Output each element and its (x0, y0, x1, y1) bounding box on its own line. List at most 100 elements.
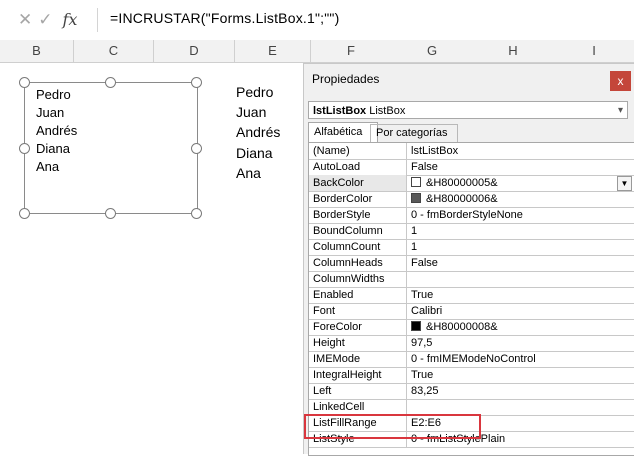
property-value[interactable]: 0 - fmIMEModeNoControl (408, 351, 634, 367)
column-header-i[interactable]: I (554, 40, 634, 62)
property-name[interactable]: Left (309, 383, 407, 399)
property-value[interactable]: 1 (408, 239, 634, 255)
property-value[interactable]: False (408, 159, 634, 175)
property-name[interactable]: Height (309, 335, 407, 351)
properties-title: Propiedades (312, 72, 380, 86)
resize-handle-right[interactable] (191, 143, 202, 154)
object-name: lstListBox (313, 105, 367, 117)
chevron-down-icon[interactable]: ▼ (617, 176, 632, 191)
tab-alfabetica[interactable]: Alfabética (308, 122, 378, 142)
property-value[interactable]: 83,25 (408, 383, 634, 399)
property-name[interactable]: Font (309, 303, 407, 319)
property-row[interactable]: AutoLoad False (309, 159, 634, 176)
property-row[interactable]: IntegralHeight True (309, 367, 634, 384)
property-value[interactable]: True (408, 287, 634, 303)
property-row[interactable]: Font Calibri (309, 303, 634, 320)
property-value[interactable]: &H80000005& ▼ (408, 175, 634, 191)
property-row[interactable]: Height 97,5 (309, 335, 634, 352)
property-value-text: &H80000006& (426, 193, 498, 205)
close-button[interactable]: x (610, 71, 631, 91)
tab-por-categorias[interactable]: Por categorías (370, 124, 458, 142)
property-value-text: 97,5 (411, 337, 433, 349)
formula-input[interactable]: =INCRUSTAR("Forms.ListBox.1";"") (110, 10, 339, 26)
property-row[interactable]: (Name) lstListBox (309, 143, 634, 160)
property-value[interactable]: &H80000006& (408, 191, 634, 207)
cell-e2[interactable]: Pedro (236, 84, 273, 100)
property-name[interactable]: IntegralHeight (309, 367, 407, 383)
color-swatch-icon (411, 177, 421, 187)
property-value[interactable] (408, 271, 634, 287)
column-header-d[interactable]: D (154, 40, 235, 62)
property-name[interactable]: ColumnWidths (309, 271, 407, 287)
property-value[interactable]: 0 - fmBorderStyleNone (408, 207, 634, 223)
cell-e3[interactable]: Juan (236, 104, 266, 120)
listbox-item[interactable]: Diana (25, 140, 197, 158)
column-header-f[interactable]: F (311, 40, 391, 62)
property-row[interactable]: Enabled True (309, 287, 634, 304)
fx-icon[interactable]: fx (63, 7, 78, 33)
property-name[interactable]: Enabled (309, 287, 407, 303)
property-value[interactable]: True (408, 367, 634, 383)
property-name[interactable]: BackColor (309, 175, 407, 191)
column-header-b[interactable]: B (0, 40, 74, 62)
chevron-down-icon[interactable]: ▾ (618, 102, 623, 120)
property-row[interactable]: BackColor &H80000005& ▼ (309, 175, 634, 192)
property-name[interactable]: ColumnCount (309, 239, 407, 255)
property-name[interactable]: BorderStyle (309, 207, 407, 223)
property-row[interactable]: ForeColor &H80000008& (309, 319, 634, 336)
property-value[interactable]: False (408, 255, 634, 271)
resize-handle-left[interactable] (19, 143, 30, 154)
property-value-text: False (411, 257, 438, 269)
property-value[interactable]: &H80000008& (408, 319, 634, 335)
listbox-item[interactable]: Pedro (25, 86, 197, 104)
column-header-e[interactable]: E (235, 40, 311, 62)
property-value[interactable]: Calibri (408, 303, 634, 319)
property-name[interactable]: BorderColor (309, 191, 407, 207)
property-name[interactable]: ForeColor (309, 319, 407, 335)
resize-handle-top[interactable] (105, 77, 116, 88)
property-name[interactable]: ColumnHeads (309, 255, 407, 271)
cell-e5[interactable]: Diana (236, 145, 273, 161)
property-row[interactable]: IMEMode 0 - fmIMEModeNoControl (309, 351, 634, 368)
property-value[interactable]: 97,5 (408, 335, 634, 351)
column-header-g[interactable]: G (392, 40, 472, 62)
property-name[interactable]: IMEMode (309, 351, 407, 367)
property-row[interactable]: ColumnHeads False (309, 255, 634, 272)
resize-handle-bottom-right[interactable] (191, 208, 202, 219)
resize-handle-top-left[interactable] (19, 77, 30, 88)
column-header-h[interactable]: H (473, 40, 553, 62)
resize-handle-bottom-left[interactable] (19, 208, 30, 219)
property-name[interactable]: (Name) (309, 143, 407, 159)
listbox-item[interactable]: Juan (25, 104, 197, 122)
property-row[interactable]: BorderColor &H80000006& (309, 191, 634, 208)
listbox-item[interactable]: Andrés (25, 122, 197, 140)
property-value[interactable]: 1 (408, 223, 634, 239)
listbox-item[interactable]: Ana (25, 158, 197, 176)
cell-e4[interactable]: Andrés (236, 124, 280, 140)
property-row[interactable]: BorderStyle 0 - fmBorderStyleNone (309, 207, 634, 224)
cancel-icon[interactable]: ✕ (18, 7, 32, 33)
column-headers: B C D E F G H I (0, 40, 634, 63)
property-value-text: &H80000008& (426, 321, 498, 333)
property-row[interactable]: Left 83,25 (309, 383, 634, 400)
property-value-text: True (411, 289, 434, 301)
property-value[interactable] (408, 399, 634, 415)
embedded-listbox[interactable]: Pedro Juan Andrés Diana Ana (24, 82, 198, 214)
property-name[interactable]: LinkedCell (309, 399, 407, 415)
property-value-text: False (411, 161, 438, 173)
property-row[interactable]: ColumnCount 1 (309, 239, 634, 256)
property-name[interactable]: BoundColumn (309, 223, 407, 239)
resize-handle-bottom[interactable] (105, 208, 116, 219)
check-icon[interactable]: ✓ (38, 7, 52, 33)
color-swatch-icon (411, 321, 421, 331)
resize-handle-top-right[interactable] (191, 77, 202, 88)
column-header-c[interactable]: C (74, 40, 154, 62)
object-selector[interactable]: lstListBox ListBox ▾ (308, 101, 628, 119)
color-swatch-icon (411, 193, 421, 203)
property-value[interactable]: lstListBox (408, 143, 634, 159)
cell-e6[interactable]: Ana (236, 165, 261, 181)
property-name[interactable]: AutoLoad (309, 159, 407, 175)
property-row[interactable]: ColumnWidths (309, 271, 634, 288)
property-value-text: 83,25 (411, 385, 439, 397)
property-row[interactable]: BoundColumn 1 (309, 223, 634, 240)
